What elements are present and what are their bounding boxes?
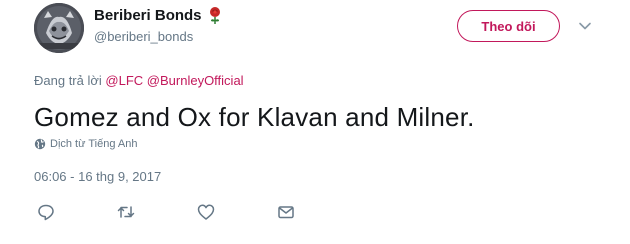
- message-icon[interactable]: [276, 202, 296, 222]
- reply-icon[interactable]: [36, 202, 56, 222]
- mention-lfc[interactable]: @LFC: [105, 73, 143, 88]
- avatar[interactable]: [34, 3, 84, 53]
- retweet-icon[interactable]: [116, 202, 136, 222]
- globe-icon: [34, 138, 46, 150]
- timestamp[interactable]: 06:06 - 16 thg 9, 2017: [34, 169, 161, 184]
- follow-button[interactable]: Theo dõi: [457, 10, 560, 42]
- display-name[interactable]: Beriberi Bonds: [94, 7, 202, 24]
- tweet-text: Gomez and Ox for Klavan and Milner.: [34, 102, 475, 132]
- user-handle[interactable]: @beriberi_bonds: [94, 29, 223, 44]
- tweet-card: Beriberi Bonds @beriberi_bonds Theo dõi …: [0, 0, 630, 244]
- reply-prefix: Đang trả lời: [34, 73, 102, 88]
- mention-burnley[interactable]: @BurnleyOfficial: [147, 73, 244, 88]
- user-info: Beriberi Bonds @beriberi_bonds: [94, 5, 223, 44]
- translate-link[interactable]: Dịch từ Tiếng Anh: [34, 138, 137, 150]
- rose-icon: [207, 5, 223, 25]
- chevron-down-icon[interactable]: [578, 19, 592, 33]
- translate-label: Dịch từ Tiếng Anh: [50, 138, 138, 150]
- like-icon[interactable]: [196, 202, 216, 222]
- name-row: Beriberi Bonds: [94, 5, 223, 25]
- reply-context: Đang trả lời @LFC @BurnleyOfficial: [34, 73, 244, 88]
